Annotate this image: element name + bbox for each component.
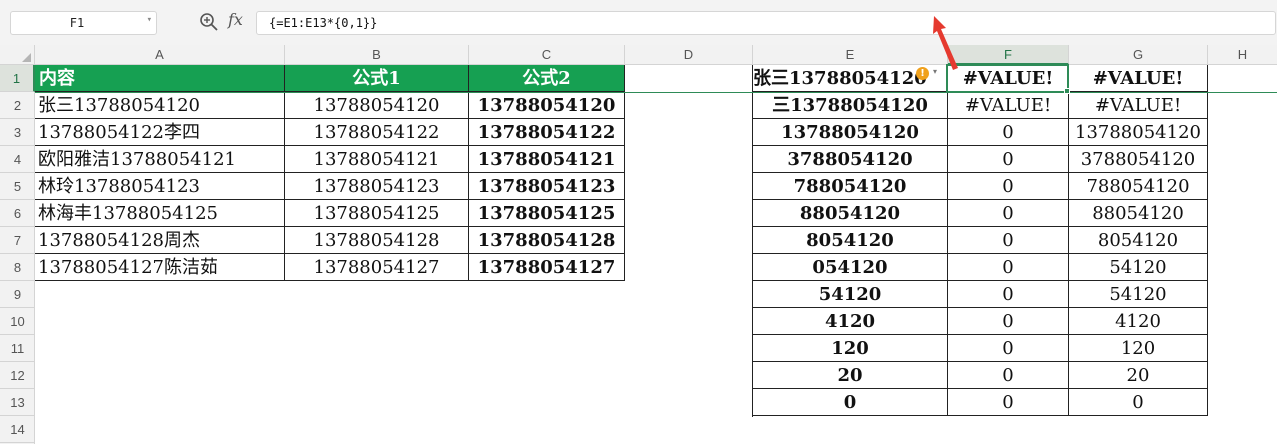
column-header-e[interactable]: E bbox=[753, 45, 948, 65]
table-cell[interactable]: 88054120 bbox=[1069, 200, 1208, 227]
table-cell[interactable]: #VALUE! bbox=[1069, 92, 1208, 119]
table-cell[interactable]: 20 bbox=[753, 362, 948, 389]
header-cell-formula1[interactable]: 公式1 bbox=[285, 65, 469, 92]
row-header-14[interactable]: 14 bbox=[0, 416, 35, 443]
table-cell[interactable]: 120 bbox=[753, 335, 948, 362]
table-cell[interactable]: #VALUE! bbox=[948, 92, 1069, 119]
column-header-h[interactable]: H bbox=[1208, 45, 1277, 65]
table-cell[interactable]: 054120 bbox=[753, 254, 948, 281]
table-cell[interactable]: 13788054122李四 bbox=[35, 119, 285, 146]
table-cell[interactable]: 三13788054120 bbox=[753, 92, 948, 119]
row-header-9[interactable]: 9 bbox=[0, 281, 35, 308]
table-cell[interactable]: 13788054120 bbox=[469, 92, 625, 119]
header-cell-formula2[interactable]: 公式2 bbox=[469, 65, 625, 92]
table-cell[interactable]: 8054120 bbox=[1069, 227, 1208, 254]
row-header-10[interactable]: 10 bbox=[0, 308, 35, 335]
table-cell[interactable]: 13788054122 bbox=[285, 119, 469, 146]
row-header-3[interactable]: 3 bbox=[0, 119, 35, 146]
row-header-8[interactable]: 8 bbox=[0, 254, 35, 281]
table-cell[interactable]: 788054120 bbox=[753, 173, 948, 200]
formula-bar: F1 ▾ fx {=E1:E13*{0,1}} bbox=[0, 0, 1277, 45]
annotation-arrow-icon bbox=[933, 16, 958, 70]
zoom-icon[interactable] bbox=[199, 12, 221, 32]
corner-triangle-icon bbox=[22, 53, 31, 62]
table-cell[interactable]: 0 bbox=[753, 389, 948, 416]
table-cell[interactable]: 3788054120 bbox=[753, 146, 948, 173]
table-cell[interactable]: 0 bbox=[948, 254, 1069, 281]
table-cell[interactable]: 13788054120 bbox=[1069, 119, 1208, 146]
row-header-bar: 1 2 3 4 5 6 7 8 9 10 11 12 13 14 bbox=[0, 65, 35, 444]
row-header-1[interactable]: 1 bbox=[0, 65, 35, 92]
column-header-c[interactable]: C bbox=[469, 45, 625, 65]
table-cell[interactable]: 0 bbox=[948, 362, 1069, 389]
table-cell[interactable]: 0 bbox=[948, 335, 1069, 362]
table-cell[interactable]: 4120 bbox=[753, 308, 948, 335]
row-header-4[interactable]: 4 bbox=[0, 146, 35, 173]
table-cell[interactable]: 0 bbox=[948, 119, 1069, 146]
fill-handle[interactable] bbox=[1064, 88, 1070, 94]
table-cell[interactable]: 13788054121 bbox=[469, 146, 625, 173]
table-cell[interactable]: 0 bbox=[948, 389, 1069, 416]
table-cell[interactable]: 13788054120 bbox=[753, 119, 948, 146]
table-cell[interactable]: 13788054125 bbox=[469, 200, 625, 227]
active-row-indicator bbox=[35, 92, 1277, 93]
name-box-value: F1 bbox=[69, 16, 85, 30]
table-cell[interactable]: 林海丰13788054125 bbox=[35, 200, 285, 227]
table-cell[interactable]: 0 bbox=[948, 227, 1069, 254]
table-cell[interactable]: 张三13788054120 bbox=[35, 92, 285, 119]
table-cell[interactable]: 788054120 bbox=[1069, 173, 1208, 200]
table-cell[interactable]: 0 bbox=[948, 146, 1069, 173]
select-all-button[interactable] bbox=[0, 45, 35, 65]
table-cell[interactable]: 13788054127 bbox=[285, 254, 469, 281]
column-header-bar: A B C D E F G H bbox=[0, 45, 1277, 65]
row-header-13[interactable]: 13 bbox=[0, 389, 35, 416]
table-cell[interactable]: 0 bbox=[948, 281, 1069, 308]
column-header-d[interactable]: D bbox=[625, 45, 753, 65]
table-cell[interactable]: 0 bbox=[948, 308, 1069, 335]
table-cell[interactable]: 13788054127 bbox=[469, 254, 625, 281]
table-cell[interactable]: 3788054120 bbox=[1069, 146, 1208, 173]
table-cell[interactable]: 林玲13788054123 bbox=[35, 173, 285, 200]
name-box[interactable]: F1 ▾ bbox=[10, 11, 157, 35]
table-cell[interactable]: 4120 bbox=[1069, 308, 1208, 335]
table-cell[interactable]: 54120 bbox=[1069, 254, 1208, 281]
column-header-g[interactable]: G bbox=[1069, 45, 1208, 65]
table-cell[interactable]: 20 bbox=[1069, 362, 1208, 389]
table-cell[interactable]: 13788054123 bbox=[285, 173, 469, 200]
table-cell[interactable]: 欧阳雅洁13788054121 bbox=[35, 146, 285, 173]
table-cell[interactable]: 13788054127陈洁茹 bbox=[35, 254, 285, 281]
table-cell[interactable]: 54120 bbox=[1069, 281, 1208, 308]
column-header-b[interactable]: B bbox=[285, 45, 469, 65]
row-header-6[interactable]: 6 bbox=[0, 200, 35, 227]
row-header-2[interactable]: 2 bbox=[0, 92, 35, 119]
table-cell[interactable]: 13788054128周杰 bbox=[35, 227, 285, 254]
table-cell[interactable]: 13788054122 bbox=[469, 119, 625, 146]
table-cell[interactable]: 13788054128 bbox=[285, 227, 469, 254]
table-cell[interactable]: 54120 bbox=[753, 281, 948, 308]
table-cell[interactable]: 0 bbox=[948, 173, 1069, 200]
table-cell[interactable]: 120 bbox=[1069, 335, 1208, 362]
table-cell[interactable]: 13788054123 bbox=[469, 173, 625, 200]
table-cell[interactable]: 13788054120 bbox=[285, 92, 469, 119]
table-cell[interactable]: #VALUE! bbox=[1069, 65, 1208, 92]
fx-icon[interactable]: fx bbox=[228, 10, 243, 29]
table-cell[interactable]: 88054120 bbox=[753, 200, 948, 227]
chevron-down-icon[interactable]: ▾ bbox=[147, 15, 152, 25]
table-cell[interactable]: 0 bbox=[1069, 389, 1208, 416]
row-header-11[interactable]: 11 bbox=[0, 335, 35, 362]
table-cell[interactable]: 13788054125 bbox=[285, 200, 469, 227]
column-header-a[interactable]: A bbox=[35, 45, 285, 65]
row-header-5[interactable]: 5 bbox=[0, 173, 35, 200]
row-header-7[interactable]: 7 bbox=[0, 227, 35, 254]
table-cell[interactable]: 13788054121 bbox=[285, 146, 469, 173]
table-cell[interactable]: 13788054128 bbox=[469, 227, 625, 254]
table-cell[interactable]: 0 bbox=[948, 200, 1069, 227]
formula-input[interactable]: {=E1:E13*{0,1}} bbox=[256, 11, 1276, 35]
header-cell-content[interactable]: 内容 bbox=[35, 65, 285, 92]
table-cell[interactable]: 8054120 bbox=[753, 227, 948, 254]
row-header-12[interactable]: 12 bbox=[0, 362, 35, 389]
